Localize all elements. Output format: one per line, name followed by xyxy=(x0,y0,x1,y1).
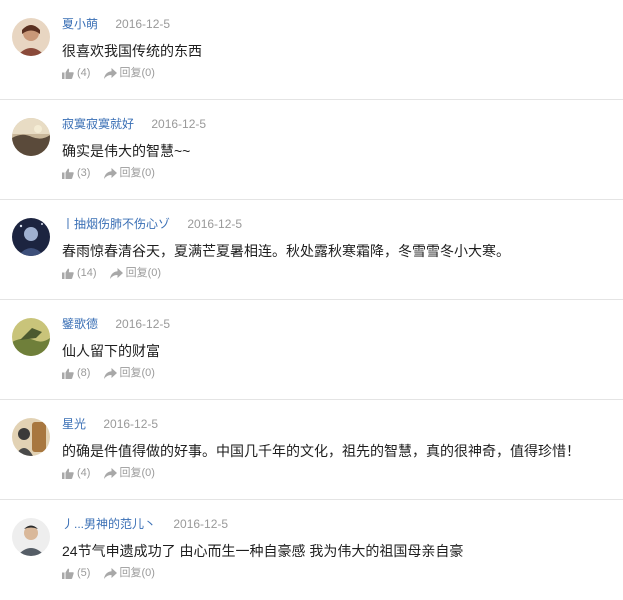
reply-count: (0) xyxy=(141,367,155,379)
like-button[interactable]: (5) xyxy=(62,566,90,580)
reply-label: 回复 xyxy=(119,367,142,379)
username-link[interactable]: 丿...男神的范儿丶 xyxy=(62,517,156,531)
reply-button[interactable]: 回复 (0) xyxy=(103,566,155,580)
comment-date: 2016-12-5 xyxy=(103,417,159,431)
thumbs-up-icon xyxy=(62,268,74,279)
like-button[interactable]: (3) xyxy=(62,166,90,180)
comment-date: 2016-12-5 xyxy=(115,17,171,31)
reply-arrow-icon xyxy=(103,67,117,79)
comment-date: 2016-12-5 xyxy=(173,517,229,531)
avatar[interactable] xyxy=(12,218,50,256)
thumbs-up-icon xyxy=(62,168,74,179)
comment-text: 的确是件值得做的好事。中国几千年的文化，祖先的智慧，真的很神奇，值得珍惜！ xyxy=(62,443,580,459)
reply-button[interactable]: 回复 (0) xyxy=(103,166,155,180)
comment-text: 很喜欢我国传统的东西 xyxy=(62,43,202,59)
thumbs-up-icon xyxy=(62,368,74,379)
comment-item: 寂寞寂寞就好 2016-12-5 确实是伟大的智慧~~ (3) 回复 (0) xyxy=(0,100,623,200)
reply-button[interactable]: 回复 (0) xyxy=(103,466,155,480)
like-button[interactable]: (4) xyxy=(62,466,90,480)
reply-arrow-icon xyxy=(109,267,123,279)
comment-actions: (4) 回复 (0) xyxy=(62,66,165,83)
like-count: (3) xyxy=(77,167,91,179)
comment-list: 夏小萌 2016-12-5 很喜欢我国传统的东西 (4) 回复 (0) 寂寞寂寞… xyxy=(0,0,623,600)
comment-text: 确实是伟大的智慧~~ xyxy=(62,143,191,159)
avatar[interactable] xyxy=(12,518,50,556)
reply-arrow-icon xyxy=(103,467,117,479)
username-link[interactable]: 寂寞寂寞就好 xyxy=(62,117,134,131)
comment-header: 夏小萌 2016-12-5 xyxy=(62,16,170,32)
reply-count: (0) xyxy=(141,67,155,79)
comment-item: 鐾歌德 2016-12-5 仙人留下的财富 (8) 回复 (0) xyxy=(0,300,623,400)
comment-header: 丿...男神的范儿丶 2016-12-5 xyxy=(62,516,228,532)
username-link[interactable]: 鐾歌德 xyxy=(62,317,98,331)
comment-actions: (3) 回复 (0) xyxy=(62,166,165,183)
thumbs-up-icon xyxy=(62,568,74,579)
avatar[interactable] xyxy=(12,318,50,356)
comment-date: 2016-12-5 xyxy=(187,217,243,231)
like-button[interactable]: (8) xyxy=(62,366,90,380)
reply-button[interactable]: 回复 (0) xyxy=(109,266,162,280)
comment-header: 寂寞寂寞就好 2016-12-5 xyxy=(62,116,206,132)
username-link[interactable]: 星光 xyxy=(62,417,86,431)
reply-count: (0) xyxy=(141,467,155,479)
reply-count: (0) xyxy=(141,567,155,579)
like-count: (4) xyxy=(77,467,91,479)
like-count: (4) xyxy=(77,67,91,79)
reply-count: (0) xyxy=(141,167,155,179)
like-button[interactable]: (4) xyxy=(62,66,90,80)
comment-date: 2016-12-5 xyxy=(151,117,207,131)
reply-label: 回复 xyxy=(119,167,142,179)
reply-count: (0) xyxy=(147,267,162,279)
avatar[interactable] xyxy=(12,18,50,56)
reply-arrow-icon xyxy=(103,367,117,379)
comment-text: 仙人留下的财富 xyxy=(62,343,160,359)
comment-header: 鐾歌德 2016-12-5 xyxy=(62,316,170,332)
comment-text: 24节气申遗成功了 由心而生一种自豪感 我为伟大的祖国母亲自豪 xyxy=(62,543,464,559)
reply-arrow-icon xyxy=(103,567,117,579)
comment-item: 夏小萌 2016-12-5 很喜欢我国传统的东西 (4) 回复 (0) xyxy=(0,0,623,100)
comment-actions: (14) 回复 (0) xyxy=(62,266,171,283)
like-count: (8) xyxy=(77,367,91,379)
reply-label: 回复 xyxy=(119,567,142,579)
like-count: (14) xyxy=(77,267,97,279)
avatar[interactable] xyxy=(12,418,50,456)
reply-label: 回复 xyxy=(119,67,142,79)
comment-actions: (4) 回复 (0) xyxy=(62,466,165,483)
reply-button[interactable]: 回复 (0) xyxy=(103,66,155,80)
reply-label: 回复 xyxy=(119,467,142,479)
thumbs-up-icon xyxy=(62,68,74,79)
comment-header: 星光 2016-12-5 xyxy=(62,416,158,432)
reply-button[interactable]: 回复 (0) xyxy=(103,366,155,380)
comment-date: 2016-12-5 xyxy=(115,317,171,331)
thumbs-up-icon xyxy=(62,468,74,479)
comment-actions: (5) 回复 (0) xyxy=(62,566,165,583)
comment-header: 丨抽烟伤肺不伤心ゾ 2016-12-5 xyxy=(62,216,242,232)
reply-label: 回复 xyxy=(125,267,148,279)
username-link[interactable]: 丨抽烟伤肺不伤心ゾ xyxy=(62,217,170,231)
comment-actions: (8) 回复 (0) xyxy=(62,366,165,383)
comment-item: 丿...男神的范儿丶 2016-12-5 24节气申遗成功了 由心而生一种自豪感… xyxy=(0,500,623,600)
comment-item: 星光 2016-12-5 的确是件值得做的好事。中国几千年的文化，祖先的智慧，真… xyxy=(0,400,623,500)
username-link[interactable]: 夏小萌 xyxy=(62,17,98,31)
comment-text: 春雨惊春清谷天，夏满芒夏暑相连。秋处露秋寒霜降，冬雪雪冬小大寒。 xyxy=(62,243,510,259)
reply-arrow-icon xyxy=(103,167,117,179)
like-button[interactable]: (14) xyxy=(62,266,97,280)
comment-item: 丨抽烟伤肺不伤心ゾ 2016-12-5 春雨惊春清谷天，夏满芒夏暑相连。秋处露秋… xyxy=(0,200,623,300)
like-count: (5) xyxy=(77,567,91,579)
avatar[interactable] xyxy=(12,118,50,156)
